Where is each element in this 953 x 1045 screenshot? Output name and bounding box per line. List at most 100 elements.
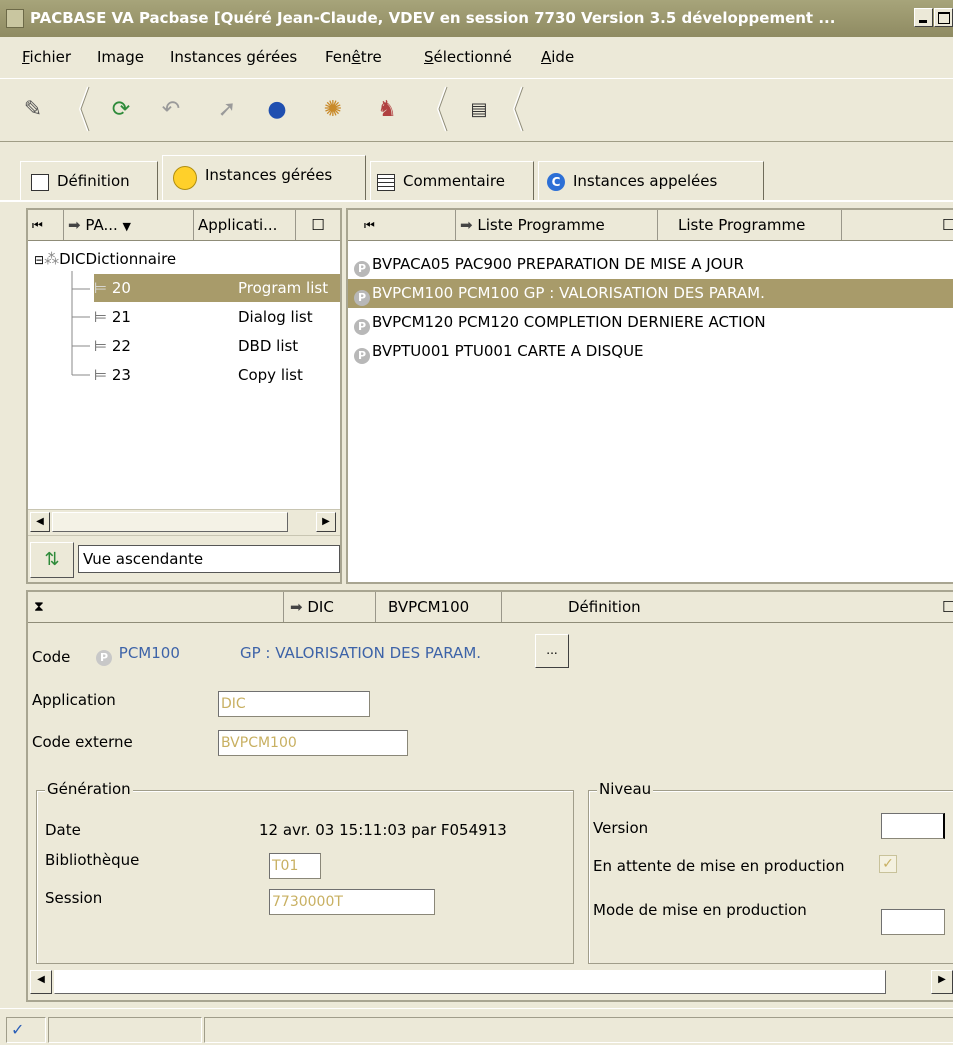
scroll-right-icon[interactable]: ▶ — [931, 970, 953, 994]
jump-arrow-icon[interactable]: ➚ — [212, 95, 242, 125]
date-value: 12 avr. 03 15:11:03 par F054913 — [259, 821, 507, 839]
app-icon — [6, 9, 24, 28]
refresh-icon[interactable]: ⟳ — [106, 95, 136, 125]
tree-lines — [71, 271, 90, 376]
collapse-icon[interactable]: ⏮ — [348, 210, 456, 240]
code-label: Code — [32, 648, 71, 666]
menu-fenetre[interactable]: Fenêtre — [325, 48, 382, 66]
tab-instances-gerees[interactable]: Instances gérées — [162, 155, 366, 201]
tree-column-application[interactable]: Applicati... — [194, 210, 296, 240]
restore-icon[interactable]: ☐ — [938, 210, 953, 240]
tree-view[interactable]: ⊟⁂DICDictionnaire ⊨ 20 Program list ⊨ 21 D… — [28, 241, 340, 509]
undo-icon[interactable]: ↶ — [156, 95, 186, 125]
list-panel: ⏮ ➡ Liste Programme Liste Programme ☐ PB… — [346, 208, 953, 584]
menu-bar: Fichier Image Instances gérées Fenêtre S… — [0, 42, 953, 72]
network-icon[interactable]: ✺ — [318, 95, 348, 125]
session-label: Session — [45, 889, 103, 907]
tree-item[interactable]: ⊨ 21 Dialog list — [94, 303, 340, 331]
tab-instances-appelees[interactable]: C Instances appelées — [538, 161, 764, 201]
arrow-right-icon: ➡ — [290, 598, 303, 616]
menu-fichier[interactable]: Fichier — [22, 48, 71, 66]
restore-icon[interactable]: ☐ — [296, 210, 340, 240]
tab-definition[interactable]: Définition — [20, 161, 158, 201]
globe-icon[interactable]: ● — [262, 95, 292, 125]
application-label: Application — [32, 691, 116, 709]
toolbar-separator — [436, 85, 448, 133]
mode-field[interactable] — [881, 909, 945, 935]
tree-item[interactable]: ⊨ 23 Copy list — [94, 361, 340, 389]
maximize-button[interactable] — [934, 8, 953, 27]
tree-panel: ⏮ ➡ PA... ▼ Applicati... ☐ ⊟⁂DICDictionn… — [26, 208, 342, 584]
document-edit-icon — [31, 174, 49, 191]
tree-column-pa[interactable]: ➡ PA... ▼ — [64, 210, 194, 240]
menu-instances-gerees[interactable]: Instances gérées — [170, 48, 297, 66]
user-icon[interactable]: ♞ — [372, 95, 402, 125]
toolbar-separator — [78, 85, 90, 133]
scroll-left-icon[interactable]: ◀ — [30, 512, 50, 532]
application-field[interactable]: DIC — [218, 691, 370, 717]
collapse-icon[interactable]: ⏮ — [28, 210, 64, 240]
menu-selectionne[interactable]: Sélectionné — [424, 48, 512, 66]
code-externe-label: Code externe — [32, 733, 133, 751]
eraser-icon[interactable]: ✎ — [18, 95, 48, 125]
window-title: PACBASE VA Pacbase [Quéré Jean-Claude, V… — [30, 9, 836, 27]
code-externe-field[interactable]: BVPCM100 — [218, 730, 408, 756]
toolbar: ✎ ⟳ ↶ ➚ ● ✺ ♞ ▤ — [0, 78, 953, 142]
p-circle-icon: P — [354, 319, 370, 335]
version-label: Version — [593, 819, 649, 837]
p-circle-icon: P — [354, 261, 370, 277]
detail-column-code[interactable]: BVPCM100 — [376, 592, 502, 622]
program-list[interactable]: P BVPACA05 PAC900 PREPARATION DE MISE A J… — [348, 241, 953, 582]
scroll-left-icon[interactable]: ◀ — [30, 970, 52, 994]
list-column-1[interactable]: ➡ Liste Programme — [456, 210, 658, 240]
list-item[interactable]: P BVPACA05 PAC900 PREPARATION DE MISE A J… — [348, 250, 953, 279]
detail-panel: ⧗ ➡ DIC BVPCM100 Définition ☐ Code P PCM… — [26, 590, 953, 1002]
code-description: GP : VALORISATION DES PARAM. — [240, 644, 482, 662]
menu-aide[interactable]: Aide — [541, 48, 574, 66]
view-mode-field[interactable]: Vue ascendante — [78, 545, 340, 573]
collapse-vertical-icon[interactable]: ⧗ — [28, 592, 284, 622]
generation-group: Génération Date 12 avr. 03 15:11:03 par … — [36, 780, 574, 964]
dropdown-icon: ▼ — [122, 220, 131, 233]
tab-bar: Définition Instances gérées Commentaire … — [0, 155, 953, 201]
bibliotheque-field[interactable]: T01 — [269, 853, 321, 879]
scroll-thumb[interactable] — [54, 970, 886, 994]
tree-item[interactable]: ⊨ 20 Program list — [94, 274, 340, 302]
list-item[interactable]: P BVPTU001 PTU001 CARTE A DISQUE — [348, 337, 953, 366]
note-icon[interactable]: ▤ — [464, 95, 494, 125]
browse-button[interactable]: ... — [535, 634, 569, 668]
restore-icon[interactable]: ☐ — [938, 592, 953, 622]
version-field[interactable] — [881, 813, 945, 839]
attente-checkbox[interactable]: ✓ — [879, 855, 897, 873]
scroll-right-icon[interactable]: ▶ — [316, 512, 336, 532]
p-circle-icon: P — [354, 348, 370, 364]
title-bar: PACBASE VA Pacbase [Quéré Jean-Claude, V… — [0, 0, 953, 37]
scroll-thumb[interactable] — [52, 512, 288, 532]
session-field[interactable]: 7730000T — [269, 889, 435, 915]
date-label: Date — [45, 821, 81, 839]
menu-image[interactable]: Image — [97, 48, 144, 66]
tab-commentaire[interactable]: Commentaire — [370, 161, 534, 201]
attente-label: En attente de mise en production — [593, 857, 845, 875]
tree-item[interactable]: ⊨ 22 DBD list — [94, 332, 340, 360]
toolbar-separator — [512, 85, 524, 133]
status-cell — [48, 1017, 202, 1043]
detail-panel-header: ⧗ ➡ DIC BVPCM100 Définition ☐ — [28, 592, 953, 623]
p-circle-icon: P — [96, 650, 112, 666]
status-bar: ✓ — [0, 1008, 953, 1045]
minimize-button[interactable] — [914, 8, 933, 27]
tree-hscrollbar[interactable]: ◀ ▶ — [28, 509, 340, 534]
code-value: P PCM100 — [96, 644, 180, 666]
niveau-group: Niveau Version En attente de mise en pro… — [588, 780, 953, 964]
detail-hscrollbar[interactable]: ◀ ▶ — [28, 964, 953, 1000]
list-item[interactable]: P BVPCM120 PCM120 COMPLETION DERNIERE ACT… — [348, 308, 953, 337]
mode-label: Mode de mise en production — [593, 901, 807, 919]
detail-column-dic[interactable]: ➡ DIC — [284, 592, 376, 622]
p-circle-icon: P — [354, 290, 370, 306]
list-item[interactable]: P BVPCM100 PCM100 GP : VALORISATION DES P… — [348, 279, 953, 308]
list-column-2[interactable]: Liste Programme — [658, 210, 842, 240]
arrow-right-icon: ➡ — [68, 216, 81, 234]
detail-column-view[interactable]: Définition — [502, 592, 682, 622]
switch-view-icon[interactable]: ⇅ — [30, 542, 74, 578]
view-mode-bar: ⇅ Vue ascendante — [28, 535, 340, 583]
